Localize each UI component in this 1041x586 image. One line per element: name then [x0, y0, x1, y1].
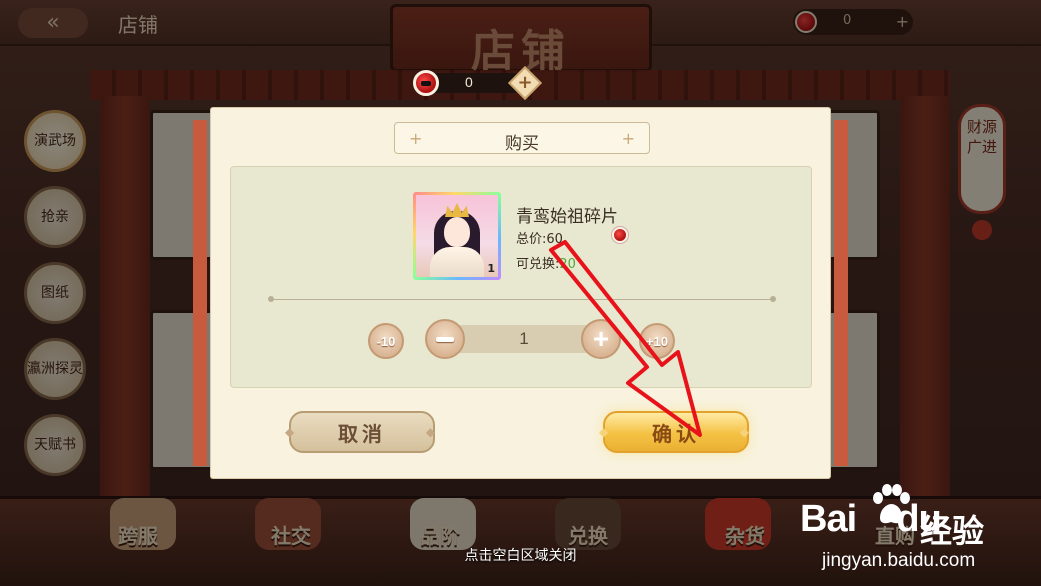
portrait-robe	[430, 247, 484, 277]
divider	[268, 296, 776, 302]
total-price: 总价:60	[516, 232, 563, 247]
plus-one-button[interactable]: +	[581, 319, 621, 359]
plus-icon: +	[517, 72, 533, 93]
portrait-face	[444, 217, 470, 247]
sparkle-icon: +	[621, 129, 635, 148]
character-portrait-icon: 1	[416, 195, 498, 277]
exchangeable-value: 20	[559, 257, 576, 272]
minus-icon	[436, 336, 454, 342]
coin-icon	[413, 70, 439, 96]
dialog-title-plate: + 购买 +	[394, 122, 650, 154]
confirm-button[interactable]: 确认	[599, 411, 753, 453]
currency-display: 0 +	[413, 66, 542, 100]
coin-icon	[612, 227, 628, 243]
exchangeable-count: 可兑换:20	[516, 253, 576, 272]
cancel-button[interactable]: 取消	[285, 411, 439, 453]
portrait-crown	[445, 203, 469, 217]
dialog-title: 购买	[505, 134, 539, 154]
minus-one-button[interactable]	[425, 319, 465, 359]
purchase-dialog: + 购买 + 1 青鸾始祖碎片 总价:60 可兑换:20 1 -10 + +10	[193, 108, 848, 478]
logo-bai: Bai	[800, 498, 857, 540]
minus-ten-button[interactable]: -10	[368, 323, 404, 359]
item-thumbnail[interactable]: 1	[413, 192, 501, 280]
item-name: 青鸾始祖碎片	[516, 207, 618, 227]
add-currency-button[interactable]: +	[508, 66, 542, 100]
watermark-url: jingyan.baidu.com	[822, 550, 976, 571]
baidu-watermark: Baixxdu 经验 jingyan.baidu.com	[800, 478, 1040, 586]
item-panel: 1 青鸾始祖碎片 总价:60 可兑换:20 1 -10 + +10	[230, 166, 812, 388]
plus-ten-button[interactable]: +10	[639, 323, 675, 359]
paw-icon	[873, 484, 910, 524]
currency-value: 0	[465, 74, 473, 90]
item-stack-count: 1	[487, 262, 495, 275]
quantity-field[interactable]: 1	[457, 325, 591, 353]
watermark-label: 经验	[920, 512, 985, 550]
exchangeable-label: 可兑换:	[516, 257, 560, 272]
